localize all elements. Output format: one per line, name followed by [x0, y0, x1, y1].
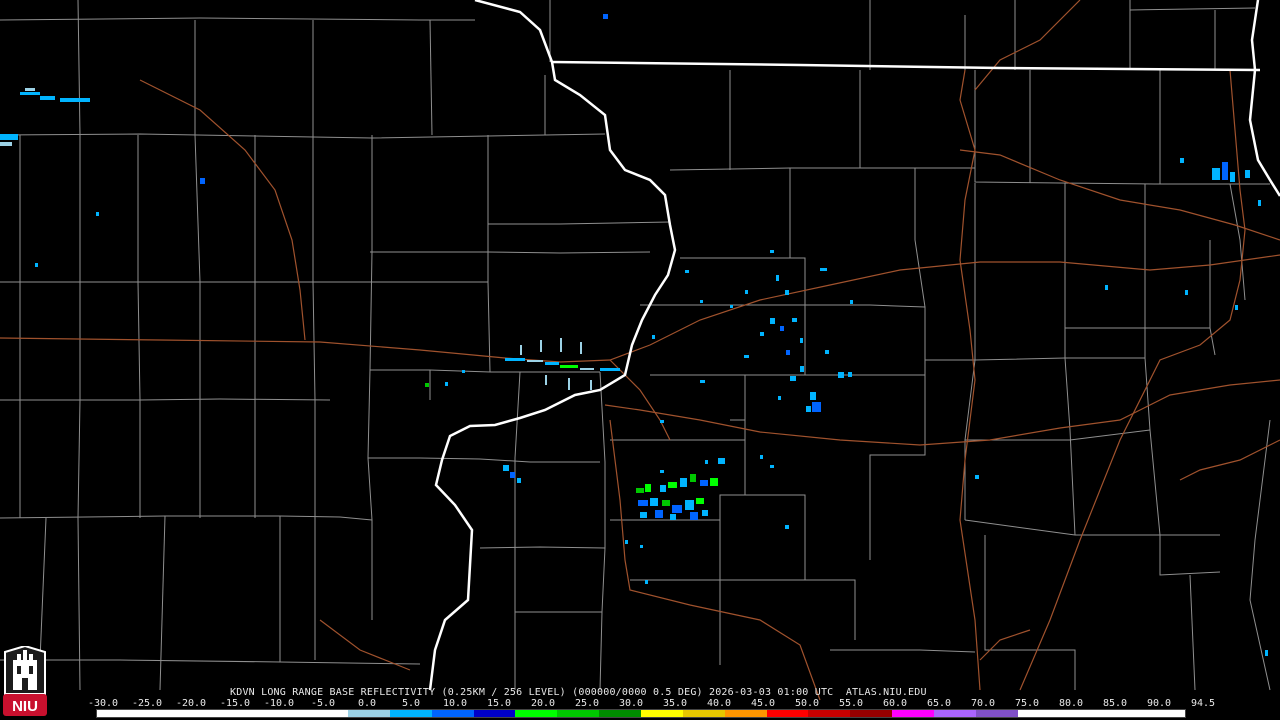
map-background: [0, 0, 1280, 720]
colorscale-swatch: [640, 710, 683, 717]
colorscale-swatch: [808, 710, 851, 717]
colorscale-swatch: [1017, 710, 1060, 717]
colorscale-swatch: [138, 710, 181, 717]
colorscale-label: -25.0: [131, 698, 163, 709]
colorscale-label: 45.0: [750, 698, 776, 709]
colorscale-swatch: [97, 710, 139, 717]
colorscale-swatch: [222, 710, 265, 717]
colorscale-swatch: [473, 710, 516, 717]
colorscale-swatch: [557, 710, 600, 717]
colorscale-label: 60.0: [882, 698, 908, 709]
colorscale-label: 50.0: [794, 698, 820, 709]
colorscale-swatch: [180, 710, 223, 717]
colorscale-swatch: [264, 710, 307, 717]
niu-tower-logo-icon: NIU: [3, 646, 47, 716]
colorscale-bar: [96, 709, 1186, 718]
colorscale-swatch: [933, 710, 976, 717]
colorscale-label: 85.0: [1102, 698, 1128, 709]
colorscale-swatch: [306, 710, 349, 717]
colorscale-label: 25.0: [574, 698, 600, 709]
colorscale-label: -10.0: [263, 698, 295, 709]
colorscale-label: -5.0: [310, 698, 336, 709]
colorscale-swatch: [515, 710, 558, 717]
colorscale-swatch: [975, 710, 1018, 717]
colorscale-labels: -30.0 -25.0 -20.0 -15.0 -10.0 -5.0 0.0 5.0 10.0 1…: [88, 698, 1215, 709]
colorscale-label: 80.0: [1058, 698, 1084, 709]
colorscale-swatch: [389, 710, 432, 717]
colorscale-label: 75.0: [1014, 698, 1040, 709]
colorscale-swatch: [1101, 710, 1144, 717]
colorscale-swatch: [599, 710, 641, 717]
colorscale-label: 70.0: [970, 698, 996, 709]
colorscale-label: 0.0: [357, 698, 377, 709]
colorscale-swatch: [682, 710, 725, 717]
colorscale-label: -20.0: [175, 698, 207, 709]
colorscale-label: 5.0: [401, 698, 421, 709]
colorscale-label: 30.0: [618, 698, 644, 709]
colorscale-swatch: [766, 710, 809, 717]
colorscale-swatch: [892, 710, 934, 717]
colorscale-label: 10.0: [442, 698, 468, 709]
colorscale-label: -15.0: [219, 698, 251, 709]
colorscale-swatch: [1059, 710, 1102, 717]
colorscale-swatch: [431, 710, 474, 717]
colorscale-swatch: [850, 710, 893, 717]
colorscale-label: 94.5: [1190, 698, 1216, 709]
radar-map: [0, 0, 1280, 720]
colorscale-swatch: [348, 710, 390, 717]
colorscale-label: -30.0: [87, 698, 119, 709]
colorscale-label: 40.0: [706, 698, 732, 709]
logo-text: NIU: [12, 698, 38, 715]
colorscale-swatch: [724, 710, 767, 717]
colorscale-label: 65.0: [926, 698, 952, 709]
product-caption: KDVN LONG RANGE BASE REFLECTIVITY (0.25K…: [230, 687, 927, 698]
colorscale-label: 20.0: [530, 698, 556, 709]
colorscale-label: 15.0: [486, 698, 512, 709]
colorscale-label: 90.0: [1146, 698, 1172, 709]
colorscale-label: 55.0: [838, 698, 864, 709]
colorscale-swatch: [1143, 710, 1185, 717]
colorscale-label: 35.0: [662, 698, 688, 709]
